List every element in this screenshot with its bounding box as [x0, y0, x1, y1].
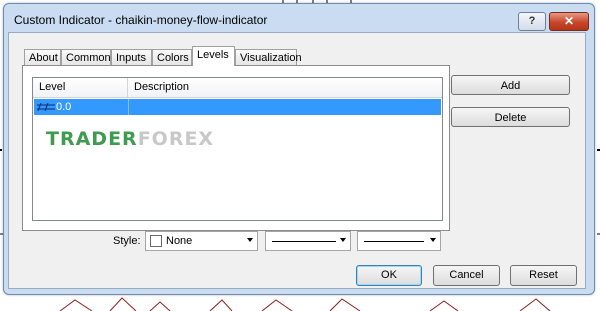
tab-levels[interactable]: Levels [192, 46, 235, 66]
color-swatch [150, 235, 162, 247]
tab-inputs[interactable]: Inputs [111, 49, 152, 65]
line-width-sample [364, 241, 424, 242]
delete-button[interactable]: Delete [451, 107, 570, 127]
reset-button[interactable]: Reset [510, 265, 577, 286]
column-divider [128, 99, 129, 115]
window-title: Custom Indicator - chaikin-money-flow-in… [14, 13, 268, 27]
table-row[interactable]: 0.0 [34, 99, 441, 115]
watermark-logo: TRADERFOREX [46, 128, 214, 150]
cancel-button[interactable]: Cancel [433, 265, 500, 286]
chevron-down-icon [340, 238, 346, 242]
ok-button[interactable]: OK [356, 265, 422, 286]
watermark-part2: FOREX [137, 128, 215, 150]
column-header-level[interactable]: Level [33, 78, 128, 97]
table-header: Level Description [33, 78, 442, 98]
add-button[interactable]: Add [451, 75, 570, 95]
close-button[interactable]: ✕ [549, 12, 589, 31]
line-width-select[interactable] [357, 231, 441, 251]
color-select[interactable]: None [145, 231, 258, 251]
tab-colors[interactable]: Colors [152, 49, 192, 65]
color-select-value: None [166, 235, 193, 247]
chevron-down-icon [247, 238, 253, 242]
watermark-part1: TRADER [46, 128, 138, 150]
level-line-icon [37, 103, 55, 111]
chevron-down-icon [430, 238, 436, 242]
line-style-select[interactable] [265, 231, 351, 251]
tab-visualization[interactable]: Visualization [235, 49, 302, 65]
tab-about[interactable]: About [24, 49, 61, 65]
level-value: 0.0 [56, 101, 72, 113]
column-header-description[interactable]: Description [128, 78, 442, 97]
line-style-sample [272, 241, 336, 242]
style-label: Style: [113, 235, 141, 247]
title-bar[interactable]: Custom Indicator - chaikin-money-flow-in… [4, 4, 594, 34]
help-button[interactable]: ? [518, 12, 546, 31]
tab-common[interactable]: Common [61, 49, 111, 65]
